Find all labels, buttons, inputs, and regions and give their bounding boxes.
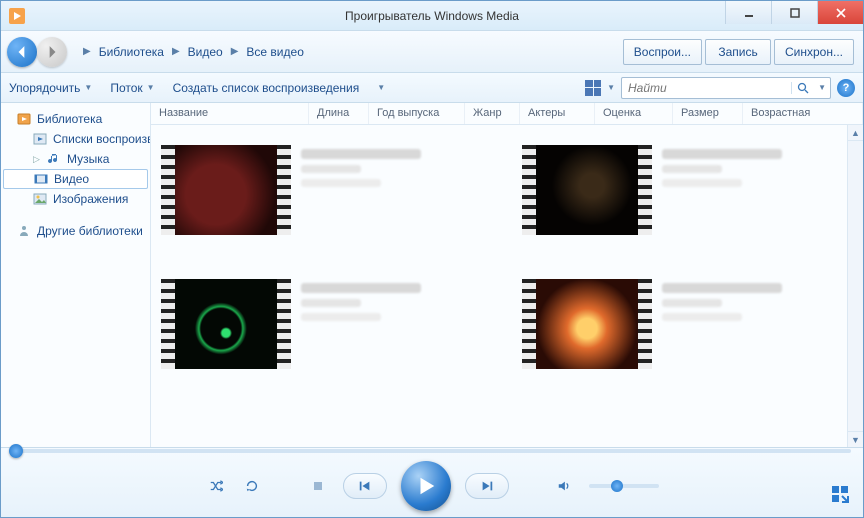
mute-button[interactable] — [553, 475, 575, 497]
player-bar — [1, 447, 863, 517]
playlist-icon — [33, 132, 47, 146]
seek-slider[interactable] — [13, 448, 851, 454]
col-size[interactable]: Размер — [673, 103, 743, 124]
maximize-button[interactable] — [771, 1, 817, 24]
search-input[interactable] — [622, 81, 791, 95]
playback-controls — [1, 461, 863, 511]
view-mode-button[interactable] — [585, 80, 601, 96]
col-year[interactable]: Год выпуска — [369, 103, 465, 124]
sidebar-item-playlists[interactable]: Списки воспроизве — [1, 129, 150, 149]
column-headers: Название Длина Год выпуска Жанр Актеры О… — [151, 103, 863, 125]
organize-menu[interactable]: Упорядочить▼ — [9, 81, 92, 95]
video-grid: ▲ ▼ — [151, 125, 863, 447]
list-item[interactable] — [161, 145, 492, 265]
col-length[interactable]: Длина — [309, 103, 369, 124]
help-button[interactable]: ? — [837, 79, 855, 97]
stop-button[interactable] — [307, 475, 329, 497]
breadcrumb: ▶ Библиотека ▶ Видео ▶ Все видео — [77, 45, 304, 59]
window-controls — [725, 1, 863, 24]
video-icon — [34, 172, 48, 186]
back-button[interactable] — [7, 37, 37, 67]
list-item[interactable] — [161, 279, 492, 399]
video-meta — [301, 279, 421, 321]
other-libs-icon — [17, 224, 31, 238]
col-age-rating[interactable]: Возрастная — [743, 103, 863, 124]
window-title: Проигрыватель Windows Media — [345, 9, 519, 23]
scroll-up-icon[interactable]: ▲ — [848, 125, 863, 141]
volume-thumb[interactable] — [611, 480, 623, 492]
video-thumbnail — [522, 279, 652, 369]
sidebar-item-music[interactable]: ▷ Музыка — [1, 149, 150, 169]
video-meta — [662, 145, 782, 187]
wmp-window: Проигрыватель Windows Media ▶ Библиотека… — [0, 0, 864, 518]
col-name[interactable]: Название — [151, 103, 309, 124]
next-button[interactable] — [465, 473, 509, 499]
crumb-library[interactable]: Библиотека — [99, 45, 164, 59]
video-meta — [662, 279, 782, 321]
body: Библиотека Списки воспроизве ▷ Музыка В — [1, 103, 863, 447]
video-thumbnail — [161, 145, 291, 235]
seek-thumb[interactable] — [9, 444, 23, 458]
previous-button[interactable] — [343, 473, 387, 499]
video-thumbnail — [161, 279, 291, 369]
col-actors[interactable]: Актеры — [520, 103, 595, 124]
repeat-button[interactable] — [241, 475, 263, 497]
tab-play[interactable]: Воспрои... — [623, 39, 702, 65]
search-box[interactable]: ▼ — [621, 77, 831, 99]
volume-slider[interactable] — [589, 484, 659, 488]
main-pane: Название Длина Год выпуска Жанр Актеры О… — [151, 103, 863, 447]
music-icon — [47, 152, 61, 166]
sidebar-item-library[interactable]: Библиотека — [1, 109, 150, 129]
crumb-all-video[interactable]: Все видео — [246, 45, 303, 59]
sidebar-item-other-libraries[interactable]: Другие библиотеки — [1, 221, 150, 241]
switch-to-now-playing-button[interactable] — [831, 485, 849, 503]
list-item[interactable] — [522, 145, 853, 265]
close-button[interactable] — [817, 1, 863, 24]
sidebar: Библиотека Списки воспроизве ▷ Музыка В — [1, 103, 151, 447]
vertical-scrollbar[interactable]: ▲ ▼ — [847, 125, 863, 447]
tab-sync[interactable]: Синхрон... — [774, 39, 854, 65]
search-dropdown-icon[interactable]: ▼ — [814, 83, 830, 92]
nav-bar: ▶ Библиотека ▶ Видео ▶ Все видео Воспрои… — [1, 31, 863, 73]
toolbar: Упорядочить▼ Поток▼ Создать список воспр… — [1, 73, 863, 103]
play-button[interactable] — [401, 461, 451, 511]
library-icon — [17, 112, 31, 126]
video-meta — [301, 145, 421, 187]
sidebar-item-pictures[interactable]: Изображения — [1, 189, 150, 209]
search-icon[interactable] — [791, 82, 814, 94]
crumb-video[interactable]: Видео — [188, 45, 223, 59]
forward-button[interactable] — [37, 37, 67, 67]
titlebar: Проигрыватель Windows Media — [1, 1, 863, 31]
expand-icon[interactable]: ▷ — [33, 154, 41, 165]
stream-menu[interactable]: Поток▼ — [110, 81, 154, 95]
scroll-down-icon[interactable]: ▼ — [848, 431, 863, 447]
tab-burn[interactable]: Запись — [705, 39, 771, 65]
minimize-button[interactable] — [725, 1, 771, 24]
col-genre[interactable]: Жанр — [465, 103, 520, 124]
pictures-icon — [33, 192, 47, 206]
list-item[interactable] — [522, 279, 853, 399]
video-thumbnail — [522, 145, 652, 235]
view-mode-dropdown-icon[interactable]: ▼ — [607, 83, 615, 92]
create-playlist-menu[interactable]: Создать список воспроизведения ▼ — [173, 81, 386, 95]
mode-tabs: Воспрои... Запись Синхрон... — [623, 39, 854, 65]
app-icon — [9, 8, 25, 24]
sidebar-item-video[interactable]: Видео — [3, 169, 148, 189]
col-rating[interactable]: Оценка — [595, 103, 673, 124]
shuffle-button[interactable] — [205, 475, 227, 497]
